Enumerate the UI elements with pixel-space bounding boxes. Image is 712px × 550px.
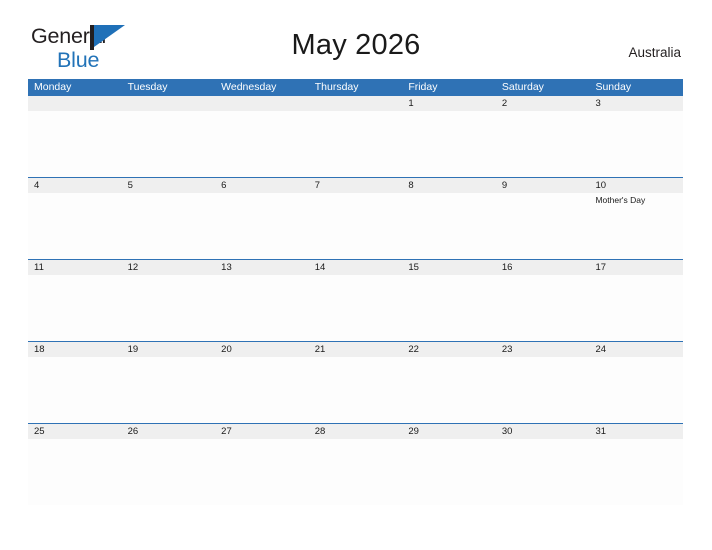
day-cell[interactable] (402, 111, 496, 177)
day-number[interactable]: 20 (215, 342, 309, 357)
day-cell[interactable] (215, 357, 309, 423)
day-cell[interactable] (309, 275, 403, 341)
calendar-grid: Monday Tuesday Wednesday Thursday Friday… (28, 79, 683, 505)
day-cell[interactable] (215, 111, 309, 177)
day-cell[interactable] (496, 357, 590, 423)
calendar-week-row: 4 5 6 7 8 9 10 Mother's Day (28, 177, 683, 259)
day-cell[interactable] (215, 193, 309, 259)
calendar-week-row: 11 12 13 14 15 16 17 (28, 259, 683, 341)
day-cell[interactable] (28, 111, 122, 177)
week-date-band: 1 2 3 (28, 96, 683, 111)
day-number[interactable]: 22 (402, 342, 496, 357)
week-date-band: 4 5 6 7 8 9 10 (28, 178, 683, 193)
day-cell[interactable] (496, 439, 590, 505)
day-number[interactable]: 24 (589, 342, 683, 357)
day-number[interactable]: 10 (589, 178, 683, 193)
week-event-band: Mother's Day (28, 193, 683, 259)
day-number[interactable]: 18 (28, 342, 122, 357)
day-cell[interactable] (496, 193, 590, 259)
day-cell[interactable] (589, 111, 683, 177)
page-header: General Blue May 2026 Australia (0, 0, 712, 71)
day-number[interactable]: 26 (122, 424, 216, 439)
day-number[interactable]: 23 (496, 342, 590, 357)
day-cell[interactable] (496, 275, 590, 341)
day-number[interactable]: 16 (496, 260, 590, 275)
weekday-header-friday: Friday (408, 81, 438, 93)
day-cell[interactable] (496, 111, 590, 177)
day-number[interactable]: 11 (28, 260, 122, 275)
calendar-week-row: 18 19 20 21 22 23 24 (28, 341, 683, 423)
day-number[interactable]: 19 (122, 342, 216, 357)
day-cell[interactable] (28, 275, 122, 341)
day-number[interactable]: 13 (215, 260, 309, 275)
weekday-header-saturday: Saturday (501, 81, 544, 93)
day-number[interactable]: 8 (402, 178, 496, 193)
day-cell[interactable] (309, 439, 403, 505)
calendar-week-row: 25 26 27 28 29 30 31 (28, 423, 683, 505)
day-number[interactable]: 31 (589, 424, 683, 439)
day-number[interactable]: 15 (402, 260, 496, 275)
day-cell[interactable] (309, 111, 403, 177)
calendar-week-row: 1 2 3 (28, 96, 683, 177)
day-number[interactable]: 30 (496, 424, 590, 439)
day-number[interactable]: 3 (589, 96, 683, 111)
day-cell[interactable] (589, 275, 683, 341)
day-number[interactable]: 1 (402, 96, 496, 111)
weekday-header-tuesday: Tuesday (127, 81, 168, 93)
day-number[interactable]: 2 (496, 96, 590, 111)
weekday-header-sunday: Sunday (595, 81, 632, 93)
day-cell[interactable] (215, 439, 309, 505)
day-cell[interactable] (309, 357, 403, 423)
week-date-band: 18 19 20 21 22 23 24 (28, 342, 683, 357)
day-cell[interactable] (122, 439, 216, 505)
day-number[interactable]: 29 (402, 424, 496, 439)
week-event-band (28, 357, 683, 423)
day-cell[interactable] (28, 357, 122, 423)
day-number[interactable]: 21 (309, 342, 403, 357)
weekday-header-row: Monday Tuesday Wednesday Thursday Friday… (28, 79, 683, 96)
week-event-band (28, 111, 683, 177)
week-date-band: 25 26 27 28 29 30 31 (28, 424, 683, 439)
weekday-header-thursday: Thursday (314, 81, 359, 93)
day-number[interactable] (122, 96, 216, 111)
day-cell[interactable] (402, 439, 496, 505)
day-number[interactable]: 4 (28, 178, 122, 193)
day-number[interactable]: 25 (28, 424, 122, 439)
day-number[interactable] (28, 96, 122, 111)
calendar-page: General Blue May 2026 Australia Monday T… (0, 0, 712, 550)
day-cell[interactable] (402, 193, 496, 259)
day-cell[interactable]: Mother's Day (589, 193, 683, 259)
day-number[interactable]: 14 (309, 260, 403, 275)
weekday-header-monday: Monday (34, 81, 72, 93)
day-cell[interactable] (122, 111, 216, 177)
day-cell[interactable] (402, 357, 496, 423)
page-title: May 2026 (291, 29, 421, 61)
week-event-band (28, 439, 683, 505)
day-cell[interactable] (215, 275, 309, 341)
day-number[interactable]: 17 (589, 260, 683, 275)
day-number[interactable] (215, 96, 309, 111)
day-cell[interactable] (28, 439, 122, 505)
day-number[interactable]: 6 (215, 178, 309, 193)
country-label: Australia (628, 45, 681, 60)
day-cell[interactable] (122, 357, 216, 423)
day-cell[interactable] (28, 193, 122, 259)
week-date-band: 11 12 13 14 15 16 17 (28, 260, 683, 275)
day-cell[interactable] (589, 357, 683, 423)
day-number[interactable]: 9 (496, 178, 590, 193)
day-number[interactable]: 7 (309, 178, 403, 193)
day-number[interactable]: 5 (122, 178, 216, 193)
day-cell[interactable] (309, 193, 403, 259)
day-number[interactable] (309, 96, 403, 111)
day-cell[interactable] (122, 193, 216, 259)
day-event-label: Mother's Day (595, 195, 646, 205)
day-number[interactable]: 28 (309, 424, 403, 439)
day-number[interactable]: 27 (215, 424, 309, 439)
day-number[interactable]: 12 (122, 260, 216, 275)
week-event-band (28, 275, 683, 341)
weekday-header-wednesday: Wednesday (221, 81, 277, 93)
day-cell[interactable] (122, 275, 216, 341)
day-cell[interactable] (589, 439, 683, 505)
day-cell[interactable] (402, 275, 496, 341)
